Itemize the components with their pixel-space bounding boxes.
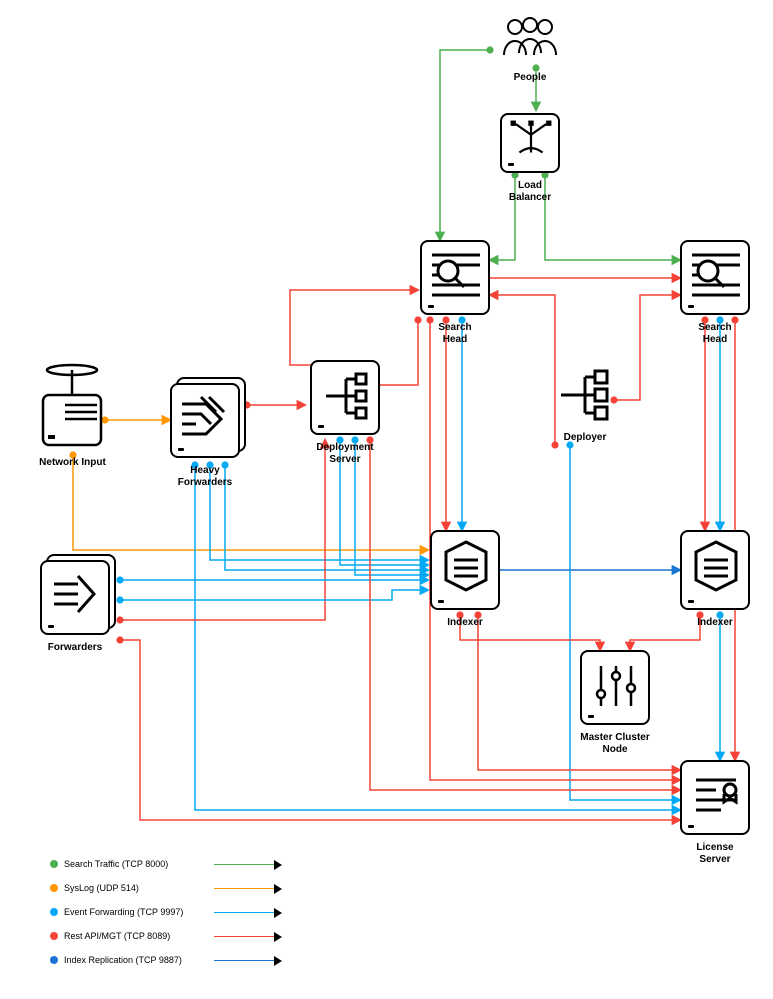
node-license-server: License Server: [680, 760, 750, 866]
legend-index-replication: Index Replication (TCP 9887): [50, 955, 274, 965]
arrow-icon: [214, 936, 274, 937]
node-indexer-2: Indexer: [680, 530, 750, 629]
people-label: People: [490, 72, 570, 84]
legend: Search Traffic (TCP 8000) SysLog (UDP 51…: [50, 859, 274, 979]
master-cluster-label: Master Cluster Node: [580, 732, 650, 756]
node-forwarders: Forwarders: [40, 560, 110, 654]
legend-label: Search Traffic (TCP 8000): [64, 859, 214, 869]
search-head-icon: [420, 240, 490, 315]
arrow-icon: [214, 960, 274, 961]
legend-syslog: SysLog (UDP 514): [50, 883, 274, 893]
arrow-icon: [214, 864, 274, 865]
node-deployer: Deployer: [555, 365, 615, 444]
node-search-head-1: Search Head: [420, 240, 490, 346]
legend-search-traffic: Search Traffic (TCP 8000): [50, 859, 274, 869]
node-load-balancer: Load Balancer: [500, 113, 560, 204]
legend-event-forwarding: Event Forwarding (TCP 9997): [50, 907, 274, 917]
legend-label: Rest API/MGT (TCP 8089): [64, 931, 214, 941]
network-input-label: Network Input: [35, 457, 110, 469]
master-cluster-icon: [580, 650, 650, 725]
indexer-1-label: Indexer: [430, 617, 500, 629]
license-server-icon: [680, 760, 750, 835]
forwarders-label: Forwarders: [40, 642, 110, 654]
deployer-label: Deployer: [555, 432, 615, 444]
arrow-icon: [214, 888, 274, 889]
node-network-input: Network Input: [35, 360, 110, 469]
dot-icon: [50, 956, 58, 964]
heavy-forwarders-icon: [170, 383, 240, 461]
license-server-label: License Server: [680, 842, 750, 866]
dot-icon: [50, 932, 58, 940]
node-search-head-2: Search Head: [680, 240, 750, 346]
people-icon: [490, 15, 570, 68]
load-balancer-label: Load Balancer: [500, 180, 560, 204]
indexer-2-label: Indexer: [680, 617, 750, 629]
search-head-2-label: Search Head: [680, 322, 750, 346]
legend-rest-api: Rest API/MGT (TCP 8089): [50, 931, 274, 941]
dot-icon: [50, 860, 58, 868]
deployer-icon: [555, 365, 615, 428]
forwarders-icon: [40, 560, 110, 638]
node-indexer-1: Indexer: [430, 530, 500, 629]
legend-label: Index Replication (TCP 9887): [64, 955, 214, 965]
diagram-canvas: People Load Balancer: [0, 0, 773, 999]
node-deployment-server: Deployment Server: [310, 360, 380, 466]
node-master-cluster: Master Cluster Node: [580, 650, 650, 756]
search-head-1-label: Search Head: [420, 322, 490, 346]
dot-icon: [50, 884, 58, 892]
network-input-icon: [35, 360, 110, 453]
deployment-server-icon: [310, 360, 380, 435]
heavy-forwarders-label: Heavy Forwarders: [170, 465, 240, 489]
indexer-icon: [430, 530, 500, 610]
arrow-icon: [214, 912, 274, 913]
node-heavy-forwarders: Heavy Forwarders: [170, 383, 240, 489]
legend-label: SysLog (UDP 514): [64, 883, 214, 893]
node-people: People: [490, 15, 570, 84]
dot-icon: [50, 908, 58, 916]
deployment-server-label: Deployment Server: [310, 442, 380, 466]
load-balancer-icon: [500, 113, 560, 173]
search-head-icon: [680, 240, 750, 315]
legend-label: Event Forwarding (TCP 9997): [64, 907, 214, 917]
connections-layer: [0, 0, 773, 999]
indexer-icon: [680, 530, 750, 610]
